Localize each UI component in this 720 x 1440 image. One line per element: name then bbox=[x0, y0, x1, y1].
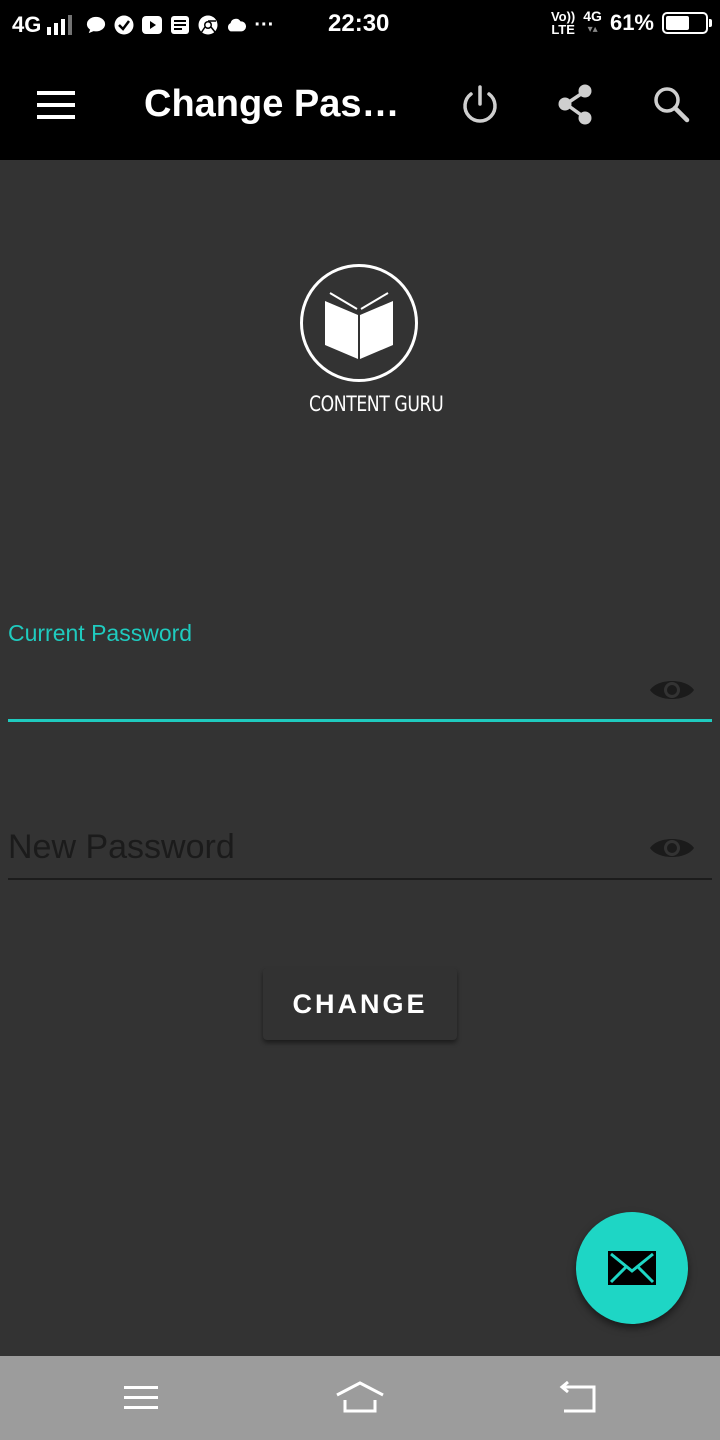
current-password-underline bbox=[8, 719, 712, 722]
status-bar: 4G ··· 22:30 Vo)) LTE 4G ▾▴ 61% bbox=[0, 0, 720, 50]
mail-icon bbox=[608, 1251, 656, 1285]
change-button[interactable]: CHANGE bbox=[263, 968, 457, 1040]
app-bar: Change Pas… bbox=[0, 50, 720, 160]
mail-fab[interactable] bbox=[576, 1212, 688, 1324]
message-icon bbox=[86, 15, 106, 35]
menu-icon[interactable] bbox=[30, 83, 82, 127]
eye-icon[interactable] bbox=[648, 674, 696, 706]
search-icon[interactable] bbox=[647, 80, 697, 130]
battery-fill bbox=[666, 16, 690, 30]
data-arrows-icon: ▾▴ bbox=[587, 24, 598, 35]
new-password-underline bbox=[8, 878, 712, 880]
news-icon bbox=[170, 15, 190, 35]
new-password-field[interactable] bbox=[8, 822, 638, 872]
notification-icons: ··· bbox=[86, 13, 275, 36]
current-password-field[interactable] bbox=[8, 664, 638, 714]
power-icon[interactable] bbox=[455, 80, 505, 130]
overflow-dots: ··· bbox=[254, 13, 275, 36]
current-password-label: Current Password bbox=[8, 620, 193, 646]
data-type: 4G bbox=[583, 8, 602, 24]
volte-bottom: LTE bbox=[551, 22, 575, 37]
share-icon[interactable] bbox=[551, 80, 601, 130]
play-icon bbox=[142, 15, 163, 35]
signal-strength-icon bbox=[47, 15, 73, 35]
chrome-icon bbox=[198, 15, 218, 35]
back-icon[interactable] bbox=[550, 1378, 606, 1418]
eye-icon[interactable] bbox=[648, 832, 696, 864]
logo-text: CONTENT GURU bbox=[308, 392, 444, 416]
home-icon[interactable] bbox=[332, 1378, 388, 1418]
clock: 22:30 bbox=[328, 10, 390, 37]
cloud-icon bbox=[226, 15, 247, 35]
battery-percent: 61% bbox=[609, 10, 654, 35]
data-indicator: 4G ▾▴ bbox=[583, 9, 602, 37]
recent-apps-icon[interactable] bbox=[113, 1378, 169, 1418]
network-type: 4G bbox=[12, 12, 42, 37]
open-book-icon bbox=[300, 264, 418, 382]
page-title: Change Pas… bbox=[144, 83, 400, 125]
app-logo: CONTENT GURU bbox=[298, 264, 444, 416]
system-nav-bar bbox=[0, 1356, 720, 1440]
battery-icon bbox=[662, 12, 712, 34]
volte-indicator: Vo)) LTE bbox=[551, 10, 575, 36]
status-right: Vo)) LTE 4G ▾▴ 61% bbox=[551, 9, 712, 37]
status-left: 4G ··· bbox=[12, 12, 274, 38]
check-circle-icon bbox=[114, 15, 134, 35]
